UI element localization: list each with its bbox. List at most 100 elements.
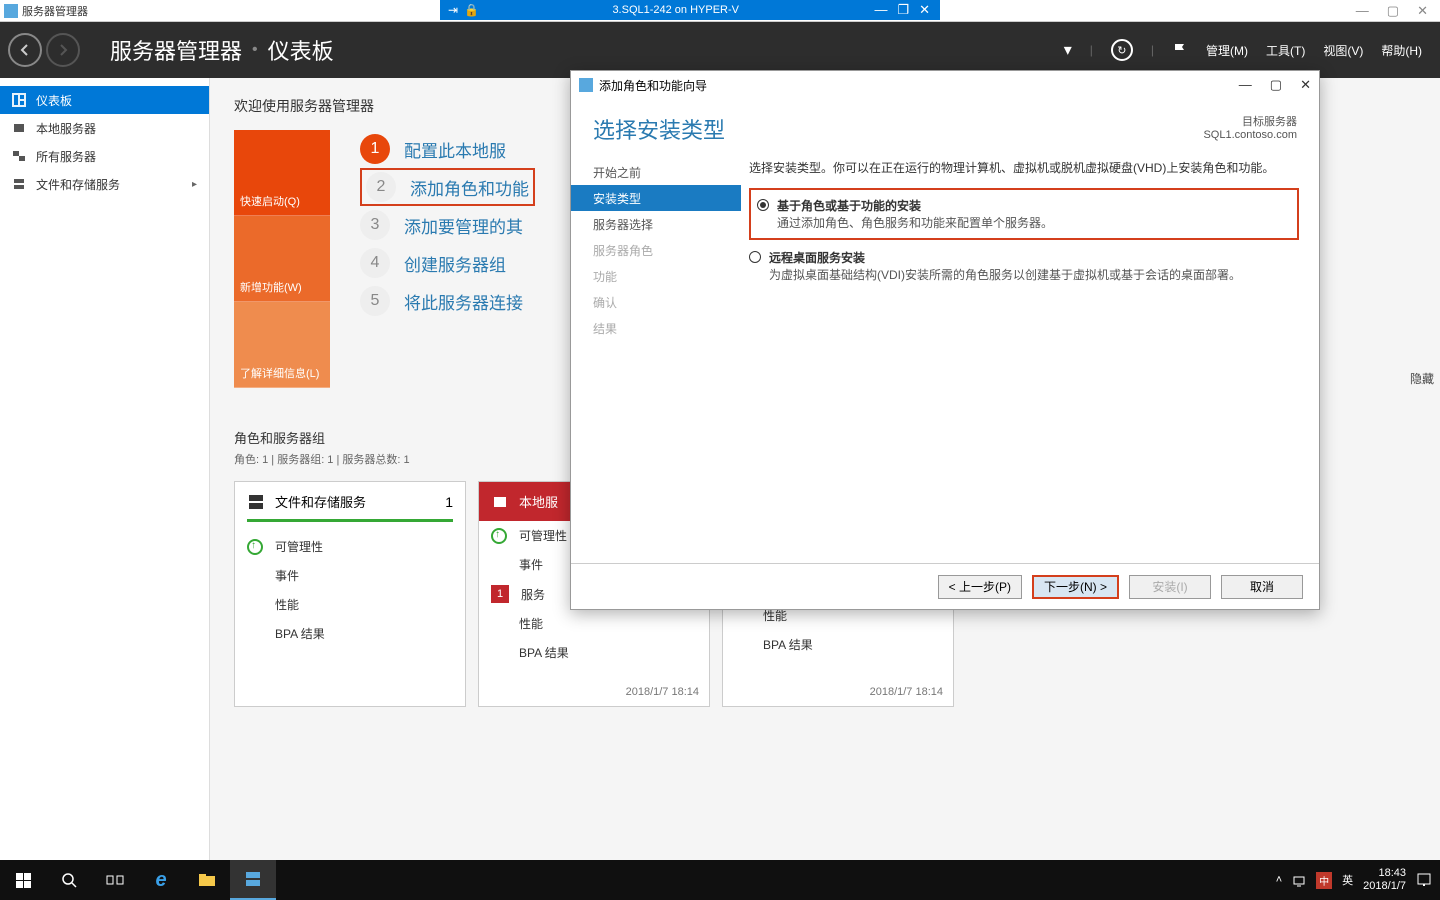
wizard-icon bbox=[579, 78, 593, 92]
server-manager-taskbar-button[interactable] bbox=[230, 860, 276, 900]
sidebar: 仪表板 本地服务器 所有服务器 文件和存储服务 ▸ bbox=[0, 78, 210, 860]
minimize-button[interactable]: — bbox=[1356, 3, 1369, 19]
card-line-label: 可管理性 bbox=[519, 527, 567, 544]
quick-tiles: 快速启动(Q) 新增功能(W) 了解详细信息(L) bbox=[234, 130, 330, 388]
wizard-heading: 选择安装类型 bbox=[593, 113, 725, 145]
tile-label: 快速启动(Q) bbox=[240, 193, 300, 209]
lock-icon[interactable]: 🔒 bbox=[464, 3, 479, 17]
prev-button[interactable]: < 上一步(P) bbox=[938, 575, 1022, 599]
step-label: 配置此本地服 bbox=[404, 137, 506, 162]
chevron-right-icon: • bbox=[252, 41, 258, 59]
sidebar-item-dashboard[interactable]: 仪表板 bbox=[0, 86, 209, 114]
card-line-label: BPA 结果 bbox=[275, 625, 325, 642]
wizard-content: 选择安装类型。你可以在正在运行的物理计算机、虚拟机或脱机虚拟硬盘(VHD)上安装… bbox=[741, 151, 1319, 563]
vm-minimize-button[interactable]: — bbox=[874, 2, 887, 18]
ime-indicator-1[interactable]: 中 bbox=[1316, 872, 1332, 889]
wizard-nav-type[interactable]: 安装类型 bbox=[571, 185, 741, 211]
refresh-button[interactable]: ↻ bbox=[1111, 39, 1133, 61]
clock[interactable]: 18:43 2018/1/7 bbox=[1363, 867, 1406, 893]
outer-window-title: 服务器管理器 bbox=[22, 3, 88, 19]
server-manager-icon bbox=[4, 4, 18, 18]
add-roles-wizard: 添加角色和功能向导 — ▢ ✕ 选择安装类型 目标服务器 SQL1.contos… bbox=[570, 70, 1320, 610]
close-button[interactable]: ✕ bbox=[1417, 3, 1428, 19]
wizard-nav-server[interactable]: 服务器选择 bbox=[571, 211, 741, 237]
clock-time: 18:43 bbox=[1363, 867, 1406, 880]
explorer-button[interactable] bbox=[184, 860, 230, 900]
card-file-storage[interactable]: 文件和存储服务 1 可管理性 事件 性能 BPA 结果 bbox=[234, 481, 466, 707]
card-line-label: 性能 bbox=[519, 615, 543, 632]
vm-close-button[interactable]: ✕ bbox=[919, 2, 930, 18]
ie-button[interactable]: e bbox=[138, 860, 184, 900]
step-create-group[interactable]: 4 创建服务器组 bbox=[360, 244, 535, 282]
dropdown-icon[interactable]: ▾ bbox=[1064, 40, 1072, 60]
tile-quickstart[interactable]: 快速启动(Q) bbox=[234, 130, 330, 216]
nav-label: 功能 bbox=[593, 268, 617, 285]
step-number: 4 bbox=[360, 248, 390, 278]
vm-restore-button[interactable]: ❐ bbox=[897, 2, 909, 18]
step-number: 3 bbox=[360, 210, 390, 240]
search-button[interactable] bbox=[46, 860, 92, 900]
sidebar-item-all[interactable]: 所有服务器 bbox=[0, 142, 209, 170]
ime-indicator-2[interactable]: 英 bbox=[1342, 872, 1353, 888]
start-button[interactable] bbox=[0, 860, 46, 900]
status-ok-icon bbox=[247, 539, 263, 555]
sidebar-item-local[interactable]: 本地服务器 bbox=[0, 114, 209, 142]
sidebar-label: 仪表板 bbox=[36, 92, 72, 109]
menu-view[interactable]: 视图(V) bbox=[1323, 42, 1363, 59]
step-add-servers[interactable]: 3 添加要管理的其 bbox=[360, 206, 535, 244]
storage-icon bbox=[247, 493, 265, 511]
card-line-label: 事件 bbox=[275, 567, 299, 584]
menu-tools[interactable]: 工具(T) bbox=[1266, 42, 1305, 59]
card-line-label: 事件 bbox=[519, 556, 543, 573]
wizard-nav-results: 结果 bbox=[571, 315, 741, 341]
nav-label: 确认 bbox=[593, 294, 617, 311]
wizard-nav-before[interactable]: 开始之前 bbox=[571, 159, 741, 185]
tile-whatsnew[interactable]: 新增功能(W) bbox=[234, 216, 330, 302]
servers-icon bbox=[12, 149, 26, 163]
menu-help[interactable]: 帮助(H) bbox=[1381, 42, 1422, 59]
card-title: 文件和存储服务 bbox=[275, 492, 366, 511]
breadcrumb-current: 仪表板 bbox=[268, 34, 334, 66]
hide-button[interactable]: 隐藏 bbox=[1410, 370, 1434, 387]
card-line-label: BPA 结果 bbox=[763, 636, 813, 653]
breadcrumb-root[interactable]: 服务器管理器 bbox=[110, 34, 242, 66]
tile-learnmore[interactable]: 了解详细信息(L) bbox=[234, 302, 330, 388]
menu-manage[interactable]: 管理(M) bbox=[1206, 42, 1248, 59]
cancel-button[interactable]: 取消 bbox=[1221, 575, 1303, 599]
taskview-button[interactable] bbox=[92, 860, 138, 900]
step-label: 将此服务器连接 bbox=[404, 289, 523, 314]
radio-subtitle: 通过添加角色、角色服务和功能来配置单个服务器。 bbox=[777, 216, 1053, 230]
nav-label: 结果 bbox=[593, 320, 617, 337]
radio-role-based[interactable]: 基于角色或基于功能的安装 通过添加角色、角色服务和功能来配置单个服务器。 bbox=[757, 194, 1291, 234]
pin-icon[interactable]: ⇥ bbox=[448, 3, 458, 17]
wizard-nav-roles: 服务器角色 bbox=[571, 237, 741, 263]
step-connect-cloud[interactable]: 5 将此服务器连接 bbox=[360, 282, 535, 320]
dashboard-icon bbox=[12, 93, 26, 107]
step-add-roles[interactable]: 2 添加角色和功能 bbox=[360, 168, 535, 206]
sidebar-label: 文件和存储服务 bbox=[36, 176, 120, 193]
network-icon[interactable] bbox=[1292, 873, 1306, 887]
radio-rds[interactable]: 远程桌面服务安装 为虚拟桌面基础结构(VDI)安装所需的角色服务以创建基于虚拟机… bbox=[749, 246, 1299, 286]
target-label: 目标服务器 bbox=[1203, 113, 1297, 129]
wizard-maximize-button[interactable]: ▢ bbox=[1270, 77, 1282, 93]
step-label: 添加要管理的其 bbox=[404, 213, 523, 238]
wizard-close-button[interactable]: ✕ bbox=[1300, 77, 1311, 93]
wizard-minimize-button[interactable]: — bbox=[1239, 77, 1252, 93]
step-configure-local[interactable]: 1 配置此本地服 bbox=[360, 130, 535, 168]
wizard-title: 添加角色和功能向导 bbox=[599, 77, 707, 94]
next-button[interactable]: 下一步(N) > bbox=[1032, 575, 1119, 599]
tray-up-icon[interactable]: ˄ bbox=[1276, 874, 1282, 886]
notifications-button[interactable] bbox=[1416, 872, 1432, 888]
sidebar-label: 所有服务器 bbox=[36, 148, 96, 165]
install-button: 安装(I) bbox=[1129, 575, 1211, 599]
wizard-titlebar[interactable]: 添加角色和功能向导 — ▢ ✕ bbox=[571, 71, 1319, 99]
nav-back-button[interactable] bbox=[8, 33, 42, 67]
flag-icon[interactable] bbox=[1172, 42, 1188, 58]
card-line-label: BPA 结果 bbox=[519, 644, 569, 661]
radio-title: 远程桌面服务安装 bbox=[769, 251, 865, 265]
sidebar-item-file[interactable]: 文件和存储服务 ▸ bbox=[0, 170, 209, 198]
tile-label: 新增功能(W) bbox=[240, 279, 302, 295]
maximize-button[interactable]: ▢ bbox=[1387, 3, 1399, 19]
card-count: 1 bbox=[445, 494, 453, 510]
target-server: SQL1.contoso.com bbox=[1203, 129, 1297, 141]
